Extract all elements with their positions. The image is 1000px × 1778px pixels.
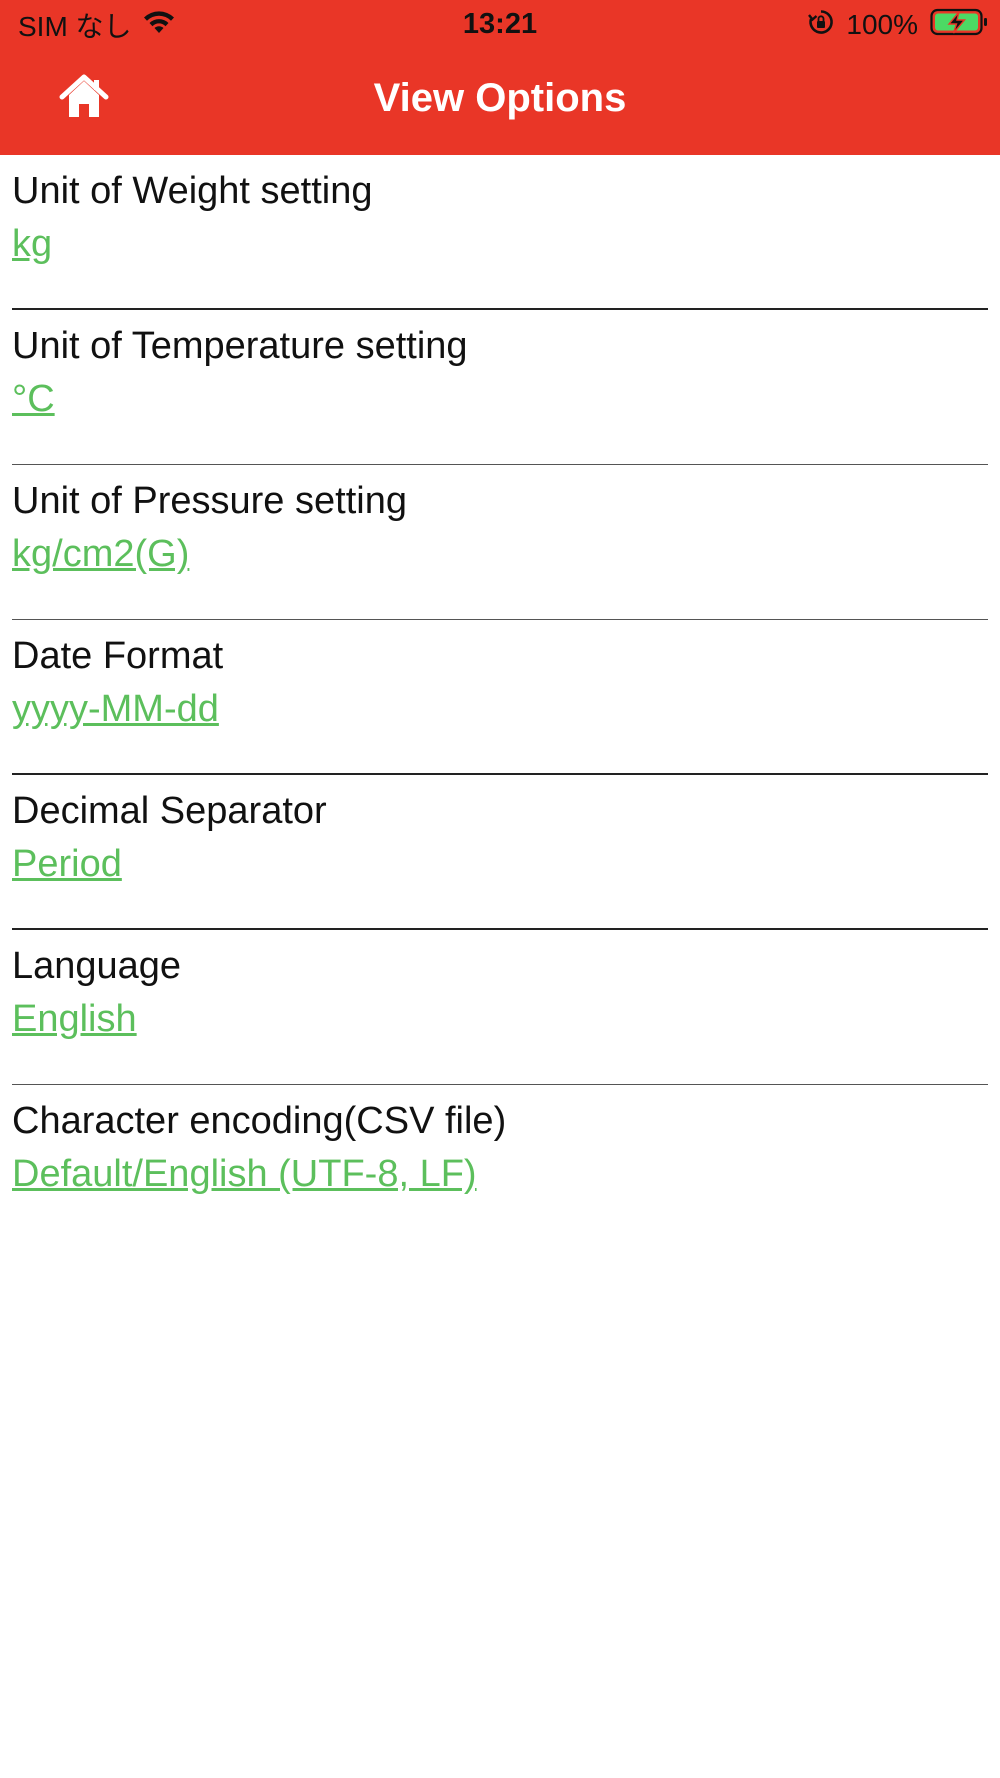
setting-row-pressure: Unit of Pressure setting kg/cm2(G) <box>12 465 988 620</box>
temperature-unit-link[interactable]: °C <box>12 375 55 424</box>
nav-bar: View Options <box>0 60 1000 142</box>
page-title: View Options <box>373 76 627 120</box>
setting-label: Language <box>12 945 182 987</box>
csv-encoding-link[interactable]: Default/English (UTF-8, LF) <box>12 1150 477 1199</box>
battery-percent: 100% <box>846 9 918 40</box>
language-link[interactable]: English <box>12 995 137 1044</box>
pressure-unit-link[interactable]: kg/cm2(G) <box>12 530 189 579</box>
setting-label: Unit of Temperature setting <box>12 325 468 367</box>
settings-list: Unit of Weight setting kg Unit of Temper… <box>12 155 988 1240</box>
status-right: 100% <box>808 8 988 42</box>
decimal-separator-link[interactable]: Period <box>12 840 122 889</box>
setting-label: Unit of Pressure setting <box>12 480 407 522</box>
status-bar: SIM なし 13:21 100% <box>0 0 1000 50</box>
setting-label: Date Format <box>12 635 224 677</box>
setting-row-language: Language English <box>12 930 988 1085</box>
date-format-link[interactable]: yyyy-MM-dd <box>12 685 219 734</box>
weight-unit-link[interactable]: kg <box>12 220 52 269</box>
setting-label: Decimal Separator <box>12 790 327 832</box>
setting-row-date-format: Date Format yyyy-MM-dd <box>12 620 988 775</box>
setting-row-weight: Unit of Weight setting kg <box>12 155 988 310</box>
rotation-lock-icon <box>808 9 834 42</box>
battery-charging-icon <box>930 8 988 43</box>
setting-row-decimal-separator: Decimal Separator Period <box>12 775 988 930</box>
header: SIM なし 13:21 100% View Options <box>0 0 1000 155</box>
view-options-screen: SIM なし 13:21 100% View Options Unit of W… <box>0 0 1000 1778</box>
setting-row-temperature: Unit of Temperature setting °C <box>12 310 988 465</box>
setting-row-csv-encoding: Character encoding(CSV file) Default/Eng… <box>12 1085 988 1240</box>
setting-label: Unit of Weight setting <box>12 170 373 212</box>
setting-label: Character encoding(CSV file) <box>12 1100 507 1142</box>
